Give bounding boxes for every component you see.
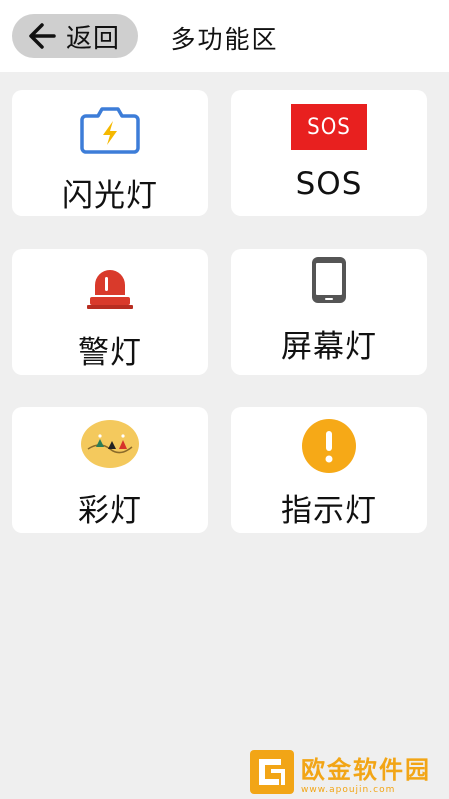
siren-icon [87,270,133,309]
card-flashlight-label: 闪光灯 [62,178,158,214]
card-warning-light-label: 警灯 [78,335,142,371]
card-indicator-light-label: 指示灯 [281,493,377,529]
watermark-title: 欧金软件园 [301,755,431,784]
card-warning-light[interactable]: 警灯 [12,249,208,375]
phone-icon [312,257,346,303]
watermark-url: www.apoujin.com [301,784,396,795]
card-color-lights[interactable]: 彩灯 [12,407,208,533]
camera-flash-icon [80,107,140,154]
card-flashlight[interactable]: 闪光灯 [12,90,208,216]
exclamation-icon [302,419,356,473]
color-lights-icon [81,420,139,468]
card-sos[interactable]: SOS SOS [231,90,427,216]
function-grid: 闪光灯 SOS SOS 警灯 屏幕灯 彩灯 指示灯 [0,0,449,799]
watermark: 欧金软件园 www.apoujin.com [249,748,445,796]
card-color-lights-label: 彩灯 [78,493,142,529]
sos-icon: SOS [291,104,367,150]
card-sos-label: SOS [295,166,363,202]
card-screen-light-label: 屏幕灯 [281,329,377,365]
card-screen-light[interactable]: 屏幕灯 [231,249,427,375]
card-indicator-light[interactable]: 指示灯 [231,407,427,533]
watermark-logo-icon [250,750,294,794]
